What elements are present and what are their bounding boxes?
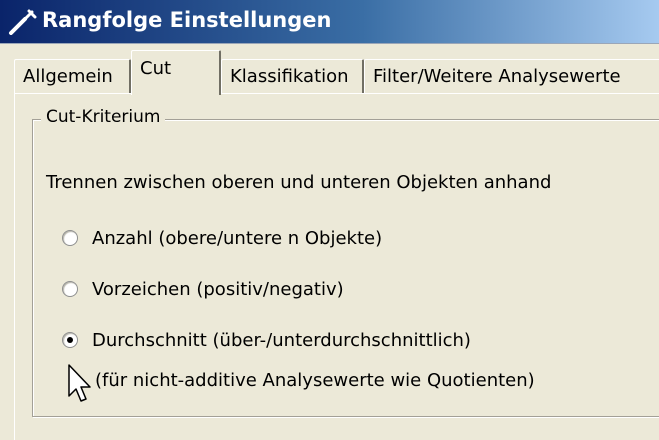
radio-label-anzahl: Anzahl (obere/untere n Objekte) bbox=[92, 227, 383, 249]
tab-panel-border bbox=[14, 93, 659, 94]
tab-filter-weitere-analysewerte[interactable]: Filter/Weitere Analysewerte bbox=[364, 59, 659, 93]
tab-panel-edge bbox=[14, 93, 15, 440]
radio-anzahl[interactable]: Anzahl (obere/untere n Objekte) bbox=[62, 225, 382, 251]
hint-text: (für nicht-additive Analysewerte wie Quo… bbox=[95, 370, 535, 391]
title-bar[interactable]: Rangfolge Einstellungen bbox=[0, 0, 659, 44]
radio-button[interactable] bbox=[62, 281, 78, 297]
radio-vorzeichen[interactable]: Vorzeichen (positiv/negativ) bbox=[62, 276, 344, 302]
radio-label-vorzeichen: Vorzeichen (positiv/negativ) bbox=[92, 278, 344, 300]
radio-durchschnitt[interactable]: Durchschnitt (über-/unterdurchschnittlic… bbox=[62, 327, 471, 353]
description-text: Trennen zwischen oberen und unteren Obje… bbox=[46, 172, 552, 193]
window-title: Rangfolge Einstellungen bbox=[42, 8, 332, 32]
radio-button-selected[interactable] bbox=[62, 332, 78, 348]
tab-allgemein[interactable]: Allgemein bbox=[14, 59, 131, 93]
wrench-icon bbox=[9, 9, 37, 35]
tab-klassifikation[interactable]: Klassifikation bbox=[221, 59, 364, 93]
mouse-cursor-icon bbox=[68, 364, 91, 402]
radio-button[interactable] bbox=[62, 230, 78, 246]
radio-label-durchschnitt: Durchschnitt (über-/unterdurchschnittlic… bbox=[92, 329, 471, 351]
tab-cut[interactable]: Cut bbox=[131, 50, 221, 95]
group-legend: Cut-Kriterium bbox=[41, 107, 166, 127]
